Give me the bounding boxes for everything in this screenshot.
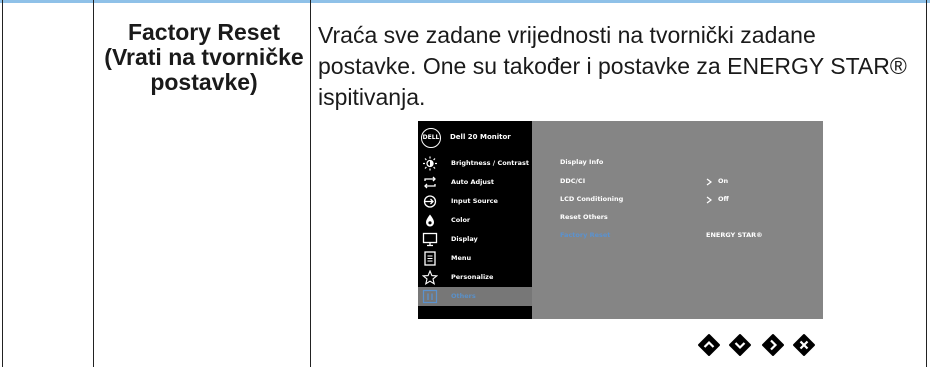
osd-setting-lcd-conditioning[interactable]: LCD Conditioning [560,195,623,203]
osd-value-energy-star: ENERGY STAR® [706,231,763,239]
osd-item-others[interactable]: Others [418,287,532,306]
osd-screenshot: DELL Dell 20 Monitor Brightness / Contra… [418,121,823,319]
osd-value-lcd-conditioning: Off [718,195,729,203]
row-description: Vraća sve zadane vrijednosti na tvorničk… [318,22,907,110]
osd-item-color[interactable]: Color [418,211,532,230]
osd-item-personalize[interactable]: Personalize [418,268,532,287]
chevron-right-icon [706,178,712,186]
osd-item-auto-adjust[interactable]: Auto Adjust [418,173,532,192]
table-border-right [926,0,927,367]
osd-item-input-source[interactable]: Input Source [418,192,532,211]
osd-value-ddcci: On [718,177,729,185]
dell-logo: DELL [421,128,441,148]
menu-icon [424,251,436,266]
osd-item-brightness[interactable]: Brightness / Contrast [418,154,532,173]
table-border-col2 [310,0,311,367]
row-heading: Factory Reset (Vrati na tvorničke postav… [104,19,304,95]
osd-nav-buttons [693,333,823,357]
star-icon [422,270,438,285]
osd-setting-reset-others[interactable]: Reset Others [560,213,608,221]
osd-item-label: Color [451,216,471,224]
osd-item-label: Input Source [451,197,498,205]
display-icon [422,232,438,247]
brightness-icon [423,156,437,171]
osd-setting-factory-reset[interactable]: Factory Reset [560,231,610,239]
top-rule [0,0,930,3]
osd-item-label: Display [451,235,478,243]
osd-setting-ddcci[interactable]: DDC/CI [560,177,585,185]
osd-item-label: Others [451,292,476,300]
osd-setting-display-info[interactable]: Display Info [560,158,603,166]
table-border-left [2,0,3,367]
auto-adjust-icon [424,176,436,189]
color-icon [426,214,434,227]
chevron-right-icon [706,196,712,204]
osd-item-label: Personalize [451,273,494,281]
osd-item-display[interactable]: Display [418,230,532,249]
info-icon [422,289,438,304]
osd-model-title: Dell 20 Monitor [450,133,511,141]
table-border-col1 [93,0,94,367]
osd-item-label: Menu [451,254,472,262]
osd-sidebar: DELL Dell 20 Monitor Brightness / Contra… [418,121,532,319]
input-source-icon [423,195,437,208]
down-icon[interactable] [728,333,752,357]
up-icon[interactable] [697,333,721,357]
osd-item-label: Auto Adjust [451,178,495,186]
osd-item-label: Brightness / Contrast [451,159,529,167]
close-icon[interactable] [792,333,816,357]
right-icon[interactable] [761,333,785,357]
osd-item-menu[interactable]: Menu [418,249,532,268]
